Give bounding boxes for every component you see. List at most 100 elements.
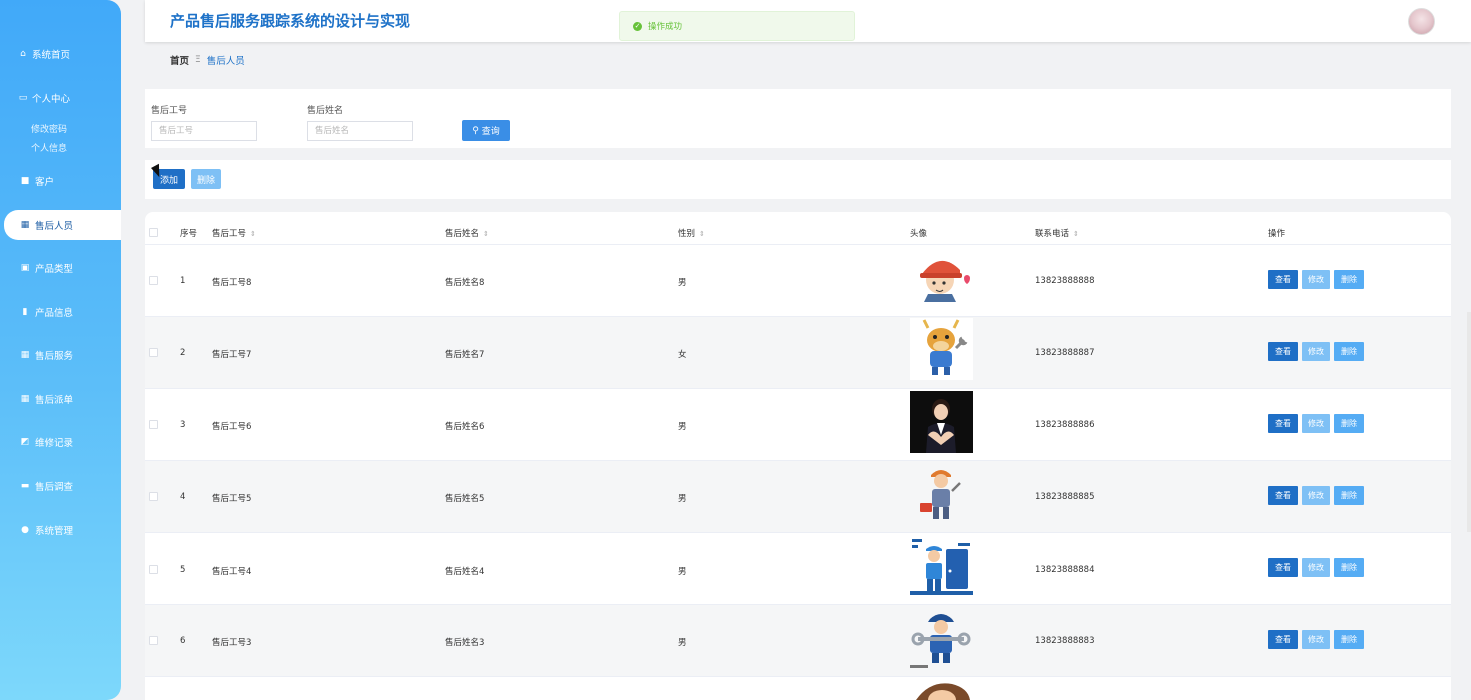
column-header-phone[interactable]: 联系电话 ⇕ (1035, 227, 1079, 239)
select-all-checkbox[interactable] (149, 228, 158, 237)
sidebar-item-label: 售后服务 (35, 351, 74, 362)
view-button[interactable]: 查看 (1268, 486, 1298, 505)
row-gender: 女 (678, 350, 687, 360)
sidebar-item-personal-center[interactable]: ▭ 个人中心 (0, 84, 121, 112)
sidebar-item-home[interactable]: ⌂ 系统首页 (0, 40, 121, 68)
user-avatar[interactable] (1408, 8, 1435, 35)
row-phone: 13823888884 (1035, 565, 1095, 575)
breadcrumb: 首页 Ξ 售后人员 (170, 53, 245, 67)
column-header-actions: 操作 (1268, 229, 1286, 239)
row-staff-name: 售后姓名8 (445, 278, 485, 288)
scrollbar[interactable] (1467, 312, 1471, 532)
sort-icon[interactable]: ⇕ (699, 230, 705, 238)
staff-name-input[interactable] (307, 121, 413, 141)
row-index: 3 (180, 420, 186, 430)
sidebar-subitem-personal-info[interactable]: 个人信息 (31, 141, 67, 154)
view-button[interactable]: 查看 (1268, 342, 1298, 361)
row-phone: 13823888887 (1035, 348, 1095, 358)
delete-button[interactable]: 删除 (1334, 342, 1364, 361)
edit-button[interactable]: 修改 (1302, 630, 1330, 649)
table-row (145, 245, 1451, 317)
edit-button[interactable]: 修改 (1302, 558, 1330, 577)
row-checkbox[interactable] (149, 565, 158, 574)
staff-id-input[interactable] (151, 121, 257, 141)
row-staff-id: 售后工号5 (212, 494, 252, 504)
sidebar-item-label: 售后调查 (35, 482, 74, 493)
bull-wrench-avatar-image (910, 318, 973, 380)
sidebar-item-label: 产品类型 (35, 264, 74, 275)
table-row (145, 317, 1451, 389)
row-index: 2 (180, 348, 186, 358)
batch-delete-button[interactable]: 删除 (191, 169, 221, 189)
sidebar-item-product-info[interactable]: ▮ 产品信息 (0, 298, 121, 326)
sidebar-item-system-management[interactable]: ● 系统管理 (0, 516, 121, 544)
column-header-staff-name[interactable]: 售后姓名 ⇕ (445, 227, 489, 239)
app-title: 产品售后服务跟踪系统的设计与实现 (170, 12, 411, 30)
sidebar-item-dispatch[interactable]: ▦ 售后派单 (0, 385, 121, 413)
sidebar-item-customer[interactable]: ■ 客户 (0, 167, 121, 195)
row-staff-id: 售后工号3 (212, 638, 252, 648)
row-checkbox[interactable] (149, 348, 158, 357)
table-row (145, 389, 1451, 461)
column-header-avatar: 头像 (910, 229, 928, 239)
row-staff-name: 售后姓名6 (445, 422, 485, 432)
delete-button[interactable]: 删除 (1334, 270, 1364, 289)
delete-button[interactable]: 删除 (1334, 414, 1364, 433)
mechanic-wrench-avatar-image (910, 607, 973, 669)
table-row (145, 605, 1451, 677)
row-phone: 13823888888 (1035, 276, 1095, 286)
grid-icon: ▦ (20, 220, 30, 230)
query-button[interactable]: ⚲ 查询 (462, 120, 510, 141)
delete-button[interactable]: 删除 (1334, 630, 1364, 649)
row-gender: 男 (678, 567, 687, 577)
row-checkbox[interactable] (149, 420, 158, 429)
edit-button[interactable]: 修改 (1302, 342, 1330, 361)
sidebar-item-after-sales-staff[interactable]: ▦ 售后人员 (4, 210, 121, 240)
row-checkbox[interactable] (149, 492, 158, 501)
search-icon: ⚲ (472, 125, 479, 136)
monitor-icon: ▬ (20, 481, 30, 491)
sort-icon[interactable]: ⇕ (1073, 230, 1079, 238)
sidebar-item-product-type[interactable]: ▣ 产品类型 (0, 254, 121, 282)
row-staff-id: 售后工号4 (212, 567, 252, 577)
grid-icon: ▦ (20, 350, 30, 360)
breadcrumb-home[interactable]: 首页 (170, 53, 189, 67)
toast-message: 操作成功 (648, 22, 683, 32)
view-button[interactable]: 查看 (1268, 414, 1298, 433)
sidebar-item-survey[interactable]: ▬ 售后调查 (0, 472, 121, 500)
edit-button[interactable]: 修改 (1302, 270, 1330, 289)
row-gender: 男 (678, 278, 687, 288)
worker-helmet-avatar-image (910, 246, 973, 308)
sidebar-item-label: 产品信息 (35, 308, 74, 319)
sort-icon[interactable]: ⇕ (250, 230, 256, 238)
view-button[interactable]: 查看 (1268, 270, 1298, 289)
edit-button[interactable]: 修改 (1302, 414, 1330, 433)
sidebar-item-label: 客户 (35, 177, 55, 188)
view-button[interactable]: 查看 (1268, 630, 1298, 649)
sidebar-item-after-sales-service[interactable]: ▦ 售后服务 (0, 341, 121, 369)
edit-button[interactable]: 修改 (1302, 486, 1330, 505)
delete-button[interactable]: 删除 (1334, 558, 1364, 577)
user-icon: ● (21, 525, 29, 535)
row-staff-name: 售后姓名4 (445, 567, 485, 577)
technician-door-avatar-image (910, 535, 973, 597)
breadcrumb-separator-icon: Ξ (195, 55, 201, 65)
column-header-staff-id[interactable]: 售后工号 ⇕ (212, 227, 256, 239)
sidebar-item-label: 售后人员 (35, 221, 74, 232)
sort-icon[interactable]: ⇕ (483, 230, 489, 238)
table-row (145, 533, 1451, 605)
sidebar: ⌂ 系统首页 ▭ 个人中心 修改密码 个人信息 ■ 客户 ▦ 售后人员 ▣ 产品类型 ▮ 产… (0, 0, 121, 700)
home-icon: ⌂ (20, 49, 26, 59)
sidebar-item-repair-records[interactable]: ◩ 维修记录 (0, 428, 121, 456)
staff-name-label: 售后姓名 (307, 106, 344, 116)
clipboard-icon: ▣ (20, 263, 30, 273)
view-button[interactable]: 查看 (1268, 558, 1298, 577)
row-checkbox[interactable] (149, 276, 158, 285)
row-staff-id: 售后工号8 (212, 278, 252, 288)
card-icon: ▭ (18, 93, 28, 103)
column-header-gender[interactable]: 性别 ⇕ (678, 227, 705, 239)
table-row (145, 677, 1451, 700)
sidebar-subitem-change-password[interactable]: 修改密码 (31, 122, 67, 135)
row-checkbox[interactable] (149, 636, 158, 645)
delete-button[interactable]: 删除 (1334, 486, 1364, 505)
